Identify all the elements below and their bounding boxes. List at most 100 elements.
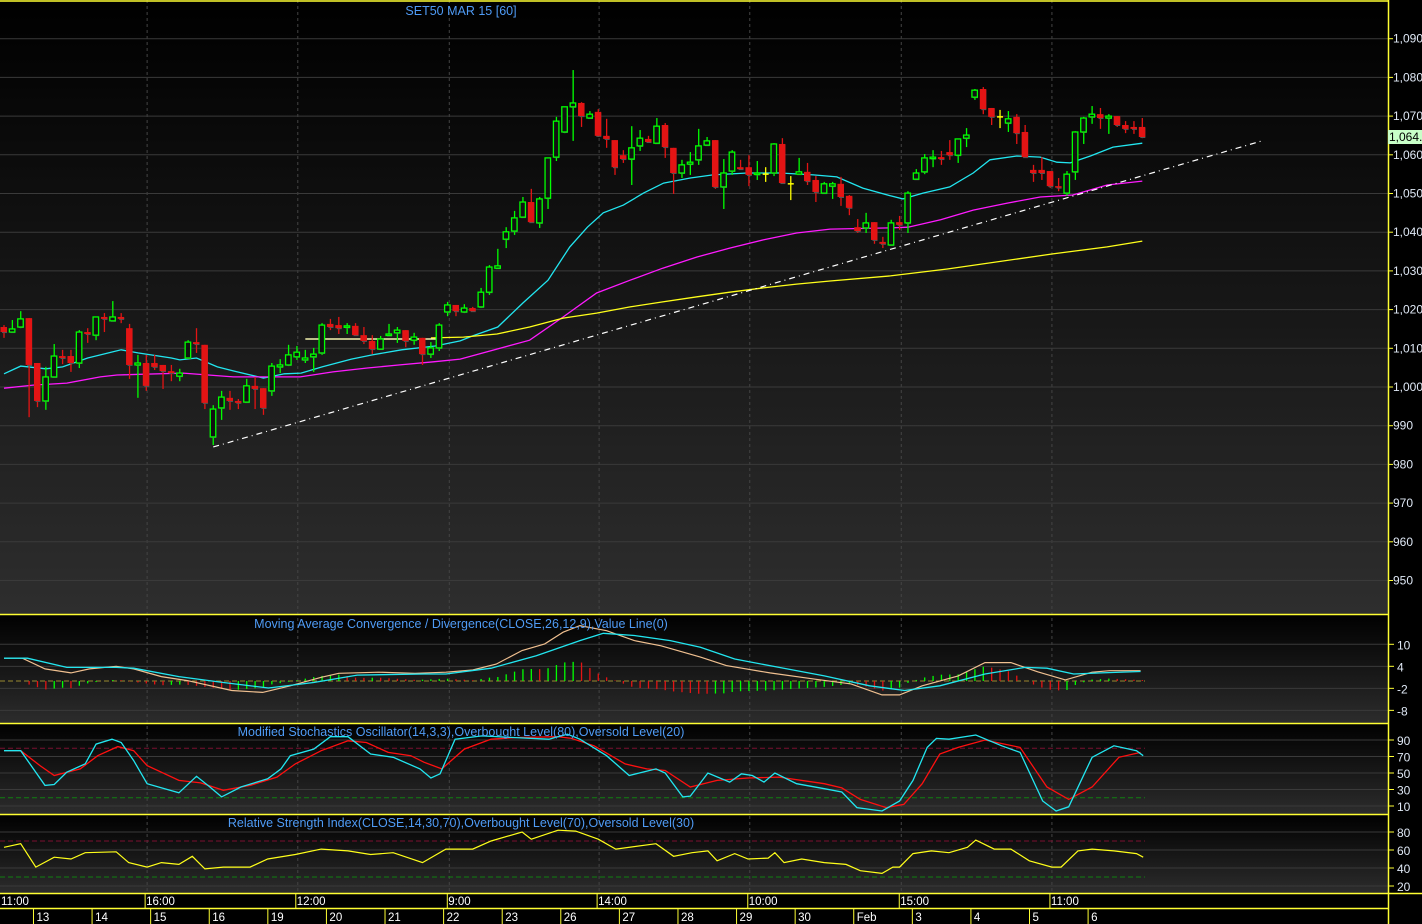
candle-body (569, 102, 577, 108)
indicator-tick-label: 60 (1397, 844, 1411, 858)
date-label: 4 (974, 912, 981, 924)
date-label: 23 (505, 912, 518, 924)
candle-body (385, 333, 393, 337)
candle-body (603, 135, 610, 139)
candle-body (42, 376, 49, 402)
candle-body (435, 324, 443, 349)
time-label: 9:00 (448, 896, 470, 908)
last-price-tag: 1,064.6 (1388, 129, 1422, 144)
candle-body (1130, 126, 1137, 129)
candle-body (134, 362, 142, 366)
candle-body (661, 125, 669, 148)
candle-body (921, 157, 928, 173)
candle-body (268, 365, 275, 392)
candle (318, 323, 326, 355)
time-label: 10:00 (749, 896, 778, 908)
candle-body (552, 120, 560, 158)
trading-chart[interactable]: 1,090 1,080 1,070 1,060 1,050 1,040 1,030 1,020… (0, 0, 1422, 924)
candle (184, 340, 192, 359)
candle (594, 109, 602, 137)
candle-body (578, 102, 585, 117)
candle-body (1013, 116, 1020, 134)
date-label: 15 (154, 912, 167, 924)
indicator-tick-label: 10 (1397, 638, 1411, 652)
candle-body (443, 304, 451, 313)
candle-body (954, 138, 962, 156)
price-tick-label: 1,070 (1393, 109, 1422, 123)
candle-body (695, 145, 702, 161)
indicator-tick-label: -2 (1397, 682, 1408, 696)
time-label: 11:00 (1051, 896, 1079, 908)
candle-body (75, 331, 83, 364)
candle-body (670, 147, 677, 173)
date-label: 30 (798, 912, 811, 924)
candle-body (126, 328, 133, 365)
candle-body (937, 157, 945, 160)
candle-body (410, 336, 418, 341)
candle-body (243, 385, 250, 403)
candle-body (402, 330, 409, 341)
candle-body (502, 231, 510, 240)
candle-body (25, 318, 33, 365)
candle-body (419, 337, 426, 355)
date-label: Feb (857, 912, 877, 924)
date-label: 13 (36, 912, 49, 924)
candle-body (209, 408, 217, 438)
candle (778, 138, 786, 185)
candle-body (720, 172, 727, 188)
candle (728, 150, 736, 175)
candle-body (1122, 125, 1129, 129)
candle-body (17, 318, 24, 328)
date-label: 19 (271, 912, 284, 924)
date-label: 27 (622, 912, 635, 924)
candle (711, 140, 719, 189)
candle-body (1063, 173, 1071, 194)
candle-body (1055, 186, 1062, 188)
candle-body (536, 198, 543, 224)
candle (1046, 171, 1054, 189)
candle-body (201, 344, 208, 403)
candle-body (804, 171, 811, 182)
price-tick-label: 1,010 (1393, 341, 1422, 355)
candle-body (301, 357, 309, 361)
price-tick-label: 1,040 (1393, 225, 1422, 239)
candle-body (778, 143, 786, 184)
candle (552, 116, 560, 161)
candle-body (795, 171, 803, 175)
candle-body (343, 325, 351, 329)
candle-body (460, 307, 468, 313)
candle-body (586, 113, 594, 119)
candle-body (1096, 114, 1104, 119)
candle-body (276, 364, 284, 368)
candle-body (234, 400, 242, 403)
candle-body (1088, 113, 1096, 118)
candle-body (611, 140, 619, 168)
candle-body (988, 107, 995, 117)
candle-body (67, 356, 74, 364)
candle (268, 363, 275, 396)
candle-body (84, 332, 91, 334)
indicator-tick-label: 4 (1397, 660, 1404, 674)
time-label: 14:00 (598, 896, 627, 908)
candle-body (59, 356, 66, 358)
price-tick-label: 970 (1393, 496, 1413, 510)
candle-body (812, 179, 819, 192)
indicator-tick-label: 10 (1397, 800, 1411, 814)
candle (201, 344, 208, 410)
candle (485, 265, 493, 295)
price-tick-label: 1,000 (1393, 380, 1422, 394)
candle-body (862, 222, 870, 229)
price-tick-label: 990 (1393, 419, 1413, 433)
price-tick-label: 1,080 (1393, 70, 1422, 84)
indicator-tick-label: 50 (1397, 767, 1411, 781)
date-label: 20 (329, 912, 342, 924)
indicator-tick-label: 80 (1397, 826, 1411, 840)
candle-body (870, 222, 878, 240)
candle-body (737, 167, 744, 170)
candle (770, 143, 778, 177)
candle-body (962, 134, 970, 139)
candle-body (854, 227, 861, 232)
candle-body (519, 201, 527, 218)
candle-body (167, 371, 175, 374)
time-label: 15:00 (900, 896, 929, 908)
